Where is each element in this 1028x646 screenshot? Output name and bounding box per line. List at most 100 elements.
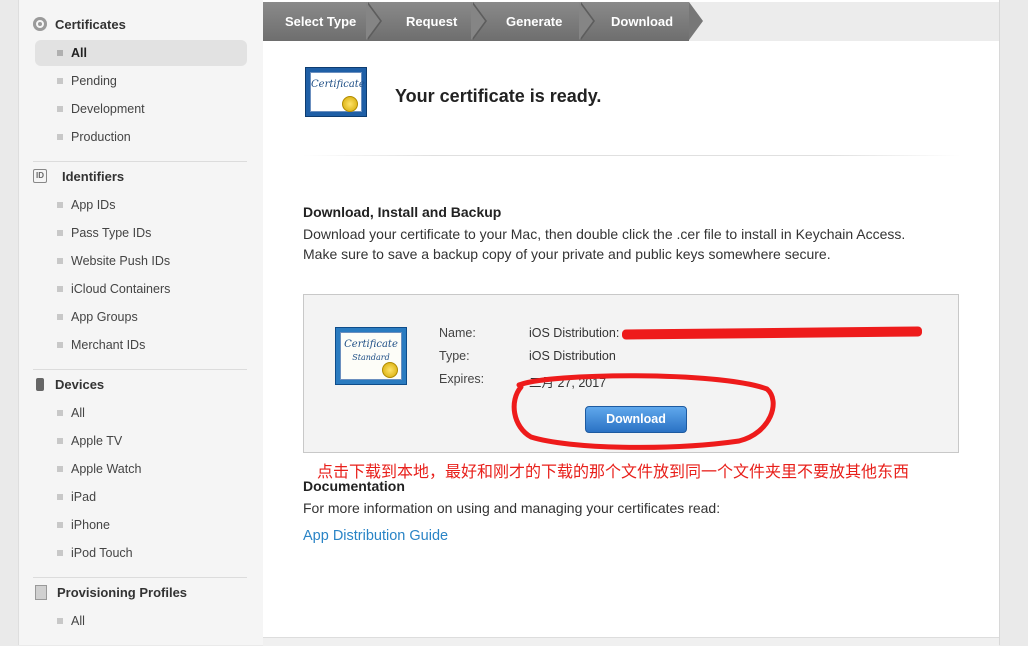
bullet-icon	[57, 258, 63, 264]
name-value: iOS Distribution:	[529, 326, 620, 340]
chevron-right-icon	[689, 2, 703, 40]
bullet-icon	[57, 50, 63, 56]
sidebar-item-apple-watch[interactable]: Apple Watch	[35, 456, 247, 482]
bullet-icon	[57, 522, 63, 528]
certificates-title: Certificates	[55, 16, 126, 32]
download-section-text: Download your certificate to your Mac, t…	[303, 226, 906, 262]
sidebar-item-merchant-ids[interactable]: Merchant IDs	[35, 332, 247, 358]
sidebar-item-label: Production	[71, 130, 131, 144]
step-download: Download	[611, 14, 674, 29]
bullet-icon	[57, 618, 63, 624]
sidebar-item-certificates-all[interactable]: All	[35, 40, 247, 66]
sidebar-item-apple-tv[interactable]: Apple TV	[35, 428, 247, 454]
bullet-icon	[57, 230, 63, 236]
certificate-icon-text: Certificate	[344, 339, 398, 350]
bullet-icon	[57, 342, 63, 348]
step-progress-bar: Select Type Request Generate Download	[263, 2, 999, 41]
bullet-icon	[57, 134, 63, 140]
chevron-right-icon	[366, 2, 380, 40]
identifiers-header: ID Identifiers	[33, 166, 124, 186]
bullet-icon	[57, 494, 63, 500]
id-icon: ID	[33, 169, 47, 183]
sidebar-item-label: iPhone	[71, 518, 110, 532]
devices-title: Devices	[55, 376, 105, 392]
sidebar-item-label: All	[71, 406, 85, 420]
certificates-header: Certificates	[33, 14, 126, 34]
sidebar-item-iphone[interactable]: iPhone	[35, 512, 247, 538]
sidebar-item-ipod-touch[interactable]: iPod Touch	[35, 540, 247, 566]
document-icon	[35, 584, 47, 600]
name-label: Name:	[439, 326, 476, 340]
documentation-text: For more information on using and managi…	[303, 500, 721, 516]
divider	[303, 155, 961, 156]
bullet-icon	[57, 202, 63, 208]
step-bar-fill	[689, 2, 999, 41]
sidebar-item-label: App Groups	[71, 310, 138, 324]
sidebar-item-pass-type-ids[interactable]: Pass Type IDs	[35, 220, 247, 246]
sidebar-item-label: All	[71, 614, 85, 628]
sidebar-item-label: Pending	[71, 74, 117, 88]
annotation-text: 点击下载到本地，最好和刚才的下载的那个文件放到同一个文件夹里不要放其他东西	[317, 462, 910, 481]
sidebar-item-label: All	[71, 46, 87, 60]
sidebar-item-website-push-ids[interactable]: Website Push IDs	[35, 248, 247, 274]
step-request: Request	[406, 14, 458, 29]
bullet-icon	[57, 410, 63, 416]
type-value: iOS Distribution	[529, 349, 616, 363]
app-distribution-guide-link[interactable]: App Distribution Guide	[303, 528, 448, 544]
sidebar-item-devices-all[interactable]: All	[35, 400, 247, 426]
redaction-mark	[621, 326, 923, 340]
sidebar-item-label: iCloud Containers	[71, 282, 171, 296]
certificate-info-box: Certificate Standard Name: iOS Distribut…	[303, 294, 959, 453]
sidebar-item-label: Website Push IDs	[71, 254, 171, 268]
gear-icon	[33, 17, 47, 31]
sidebar-item-app-groups[interactable]: App Groups	[35, 304, 247, 330]
sidebar-item-production[interactable]: Production	[35, 124, 247, 150]
sidebar-item-label: Apple TV	[71, 434, 123, 448]
identifiers-title: Identifiers	[62, 168, 125, 184]
sidebar-item-label: Merchant IDs	[71, 338, 146, 352]
sidebar-item-label: App IDs	[71, 198, 116, 212]
divider	[33, 369, 247, 370]
sidebar-item-profiles-all[interactable]: All	[35, 608, 247, 634]
sidebar-item-label: Pass Type IDs	[71, 226, 152, 240]
iphone-icon	[36, 377, 44, 391]
sidebar-item-app-ids[interactable]: App IDs	[35, 192, 247, 218]
step-generate: Generate	[506, 14, 563, 29]
download-section-title: Download, Install and Backup	[303, 204, 502, 220]
bullet-icon	[57, 550, 63, 556]
profiles-header: Provisioning Profiles	[33, 582, 187, 602]
sidebar-item-ipad[interactable]: iPad	[35, 484, 247, 510]
expires-label: Expires:	[439, 372, 485, 386]
sidebar: Certificates All Pending Development Pro…	[18, 0, 264, 645]
profiles-title: Provisioning Profiles	[57, 584, 188, 600]
annotation-circle	[511, 373, 776, 450]
sidebar-item-label: Apple Watch	[71, 462, 142, 476]
page-title: Your certificate is ready.	[395, 86, 602, 106]
chevron-right-icon	[579, 2, 593, 40]
sidebar-item-pending[interactable]: Pending	[35, 68, 247, 94]
step-select-type: Select Type	[285, 14, 357, 29]
type-label: Type:	[439, 349, 470, 363]
certificate-icon-subtext: Standard	[352, 353, 390, 362]
devices-header: Devices	[33, 374, 104, 394]
bullet-icon	[57, 466, 63, 472]
sidebar-item-icloud-containers[interactable]: iCloud Containers	[35, 276, 247, 302]
certificate-icon: Certificate Standard	[335, 327, 407, 385]
certificate-icon: Certificate	[305, 67, 367, 117]
certificate-icon-text: Certificate	[311, 79, 365, 90]
divider	[33, 577, 247, 578]
sidebar-item-label: iPod Touch	[71, 546, 133, 560]
bullet-icon	[57, 314, 63, 320]
sidebar-item-label: iPad	[71, 490, 97, 504]
main-panel: Select Type Request Generate Download Ce…	[263, 0, 1000, 646]
bullet-icon	[57, 78, 63, 84]
bullet-icon	[57, 286, 63, 292]
bullet-icon	[57, 106, 63, 112]
chevron-right-icon	[471, 2, 485, 40]
seal-icon	[382, 362, 398, 378]
sidebar-item-label: Development	[71, 102, 145, 116]
divider	[33, 161, 247, 162]
bullet-icon	[57, 438, 63, 444]
seal-icon	[342, 96, 358, 112]
sidebar-item-development[interactable]: Development	[35, 96, 247, 122]
